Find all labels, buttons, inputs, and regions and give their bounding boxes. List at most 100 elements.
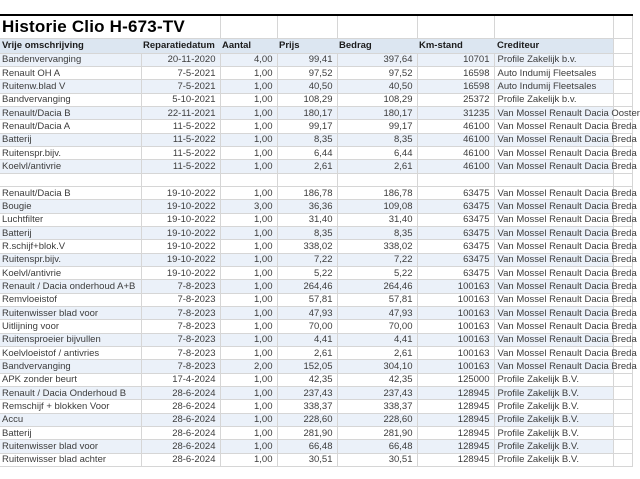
cell-prijs[interactable]: 108,29 [277,93,337,106]
cell-prijs[interactable]: 97,52 [277,66,337,79]
cell-crediteur[interactable]: Van Mossel Renault Dacia Breda [494,120,613,133]
cell-aantal[interactable]: 1,00 [220,186,277,199]
cell-datum[interactable]: 7-8-2023 [141,333,220,346]
cell-aantal[interactable]: 1,00 [220,120,277,133]
cell-prijs[interactable]: 99,17 [277,120,337,133]
cell-aantal[interactable]: 1,00 [220,293,277,306]
cell-bedrag[interactable]: 108,29 [337,93,417,106]
cell-bedrag[interactable]: 397,64 [337,53,417,66]
cell-bedrag[interactable]: 228,60 [337,413,417,426]
cell-prijs[interactable]: 36,36 [277,200,337,213]
cell-aantal[interactable]: 1,00 [220,320,277,333]
table-row[interactable]: Bandvervanging5-10-20211,00108,29108,292… [0,93,632,106]
cell-crediteur[interactable]: Van Mossel Renault Dacia Breda [494,240,613,253]
cell-crediteur[interactable]: Van Mossel Renault Dacia Breda [494,186,613,199]
table-row[interactable]: Ruitenwisser blad voor7-8-20231,0047,934… [0,307,632,320]
cell-omschrijving[interactable]: Batterij [0,133,141,146]
cell-crediteur[interactable]: Profile Zakelijk B.V. [494,400,613,413]
cell-omschrijving[interactable]: Ruitenspr.bijv. [0,146,141,159]
table-row[interactable]: Batterij19-10-20221,008,358,3563475Van M… [0,226,632,239]
cell-omschrijving[interactable]: Ruitenwisser blad voor [0,440,141,453]
cell-aantal[interactable]: 1,00 [220,440,277,453]
cell-kmstand[interactable]: 100163 [417,360,494,373]
table-row[interactable]: Renault/Dacia B22-11-20211,00180,17180,1… [0,106,632,119]
cell-crediteur[interactable]: Auto Indumij Fleetsales [494,66,613,79]
cell-bedrag[interactable]: 338,37 [337,400,417,413]
cell-omschrijving[interactable]: Renault / Dacia onderhoud A+B [0,280,141,293]
column-header-bedrag[interactable]: Bedrag [337,38,417,53]
cell-crediteur[interactable]: Van Mossel Renault Dacia Breda [494,146,613,159]
cell-bedrag[interactable]: 180,17 [337,106,417,119]
cell-aantal[interactable]: 1,00 [220,427,277,440]
cell-prijs[interactable]: 31,40 [277,213,337,226]
cell-omschrijving[interactable]: Ruitenwisser blad voor [0,307,141,320]
cell-omschrijving[interactable]: Renault/Dacia B [0,106,141,119]
cell-bedrag[interactable]: 42,35 [337,373,417,386]
table-row[interactable]: Renault / Dacia Onderhoud B28-6-20241,00… [0,387,632,400]
cell-bedrag[interactable]: 109,08 [337,200,417,213]
cell-aantal[interactable]: 1,00 [220,307,277,320]
cell-prijs[interactable]: 152,05 [277,360,337,373]
cell-crediteur[interactable]: Van Mossel Renault Dacia Breda [494,360,613,373]
cell-datum[interactable]: 20-11-2020 [141,53,220,66]
cell-kmstand[interactable]: 16598 [417,80,494,93]
cell-prijs[interactable]: 8,35 [277,226,337,239]
cell-crediteur[interactable]: Van Mossel Renault Dacia Breda [494,133,613,146]
cell-aantal[interactable]: 1,00 [220,80,277,93]
cell-kmstand[interactable]: 46100 [417,146,494,159]
cell-aantal[interactable]: 1,00 [220,66,277,79]
table-row[interactable]: Renault / Dacia onderhoud A+B7-8-20231,0… [0,280,632,293]
cell-crediteur[interactable]: Profile Zakelijk B.V. [494,440,613,453]
cell-prijs[interactable]: 6,44 [277,146,337,159]
cell-omschrijving[interactable]: Renault/Dacia B [0,186,141,199]
cell-prijs[interactable]: 8,35 [277,133,337,146]
cell-omschrijving[interactable]: Koelvl/antivrie [0,160,141,173]
cell-omschrijving[interactable]: Renault OH A [0,66,141,79]
cell-crediteur[interactable]: Van Mossel Renault Dacia Breda [494,293,613,306]
cell-bedrag[interactable]: 66,48 [337,440,417,453]
cell-omschrijving[interactable]: Luchtfilter [0,213,141,226]
cell-kmstand[interactable]: 63475 [417,213,494,226]
cell-datum[interactable]: 7-8-2023 [141,307,220,320]
table-row[interactable]: Bandenvervanging20-11-20204,0099,41397,6… [0,53,632,66]
cell-prijs[interactable]: 30,51 [277,453,337,466]
cell-crediteur[interactable]: Van Mossel Renault Dacia Breda [494,253,613,266]
cell-kmstand[interactable]: 128945 [417,413,494,426]
cell-aantal[interactable]: 2,00 [220,360,277,373]
cell-omschrijving[interactable]: Koelvl/antivrie [0,267,141,280]
cell-datum[interactable]: 19-10-2022 [141,213,220,226]
cell-omschrijving[interactable]: Remschijf + blokken Voor [0,400,141,413]
cell-bedrag[interactable]: 186,78 [337,186,417,199]
cell-bedrag[interactable]: 30,51 [337,453,417,466]
table-row[interactable]: Batterij28-6-20241,00281,90281,90128945P… [0,427,632,440]
cell-kmstand[interactable]: 63475 [417,226,494,239]
cell-datum[interactable]: 11-5-2022 [141,146,220,159]
table-row[interactable]: Ruitenspr.bijv.19-10-20221,007,227,22634… [0,253,632,266]
cell-datum[interactable]: 19-10-2022 [141,240,220,253]
cell-aantal[interactable]: 1,00 [220,280,277,293]
cell-datum[interactable]: 28-6-2024 [141,400,220,413]
cell-crediteur[interactable]: Van Mossel Renault Dacia Breda [494,160,613,173]
cell-bedrag[interactable]: 281,90 [337,427,417,440]
cell-prijs[interactable]: 2,61 [277,160,337,173]
cell-datum[interactable]: 7-8-2023 [141,280,220,293]
table-row[interactable]: Renault/Dacia A11-5-20221,0099,1799,1746… [0,120,632,133]
cell-omschrijving[interactable]: Uitlijning voor [0,320,141,333]
cell-datum[interactable]: 17-4-2024 [141,373,220,386]
cell-kmstand[interactable]: 125000 [417,373,494,386]
cell-bedrag[interactable]: 47,93 [337,307,417,320]
cell-omschrijving[interactable]: Remvloeistof [0,293,141,306]
table-row[interactable]: Batterij11-5-20221,008,358,3546100Van Mo… [0,133,632,146]
cell-crediteur[interactable]: Van Mossel Renault Dacia Breda [494,320,613,333]
column-header-crediteur[interactable]: Crediteur [494,38,613,53]
cell-crediteur[interactable]: Profile Zakelijk B.V. [494,373,613,386]
cell-bedrag[interactable]: 31,40 [337,213,417,226]
cell-kmstand[interactable]: 100163 [417,280,494,293]
cell-prijs[interactable]: 281,90 [277,427,337,440]
cell-prijs[interactable]: 66,48 [277,440,337,453]
cell-omschrijving[interactable]: Bandvervanging [0,93,141,106]
table-row[interactable]: Ruitensproeier bijvullen7-8-20231,004,41… [0,333,632,346]
column-header-aantal[interactable]: Aantal [220,38,277,53]
cell-datum[interactable]: 19-10-2022 [141,200,220,213]
cell-bedrag[interactable]: 5,22 [337,267,417,280]
